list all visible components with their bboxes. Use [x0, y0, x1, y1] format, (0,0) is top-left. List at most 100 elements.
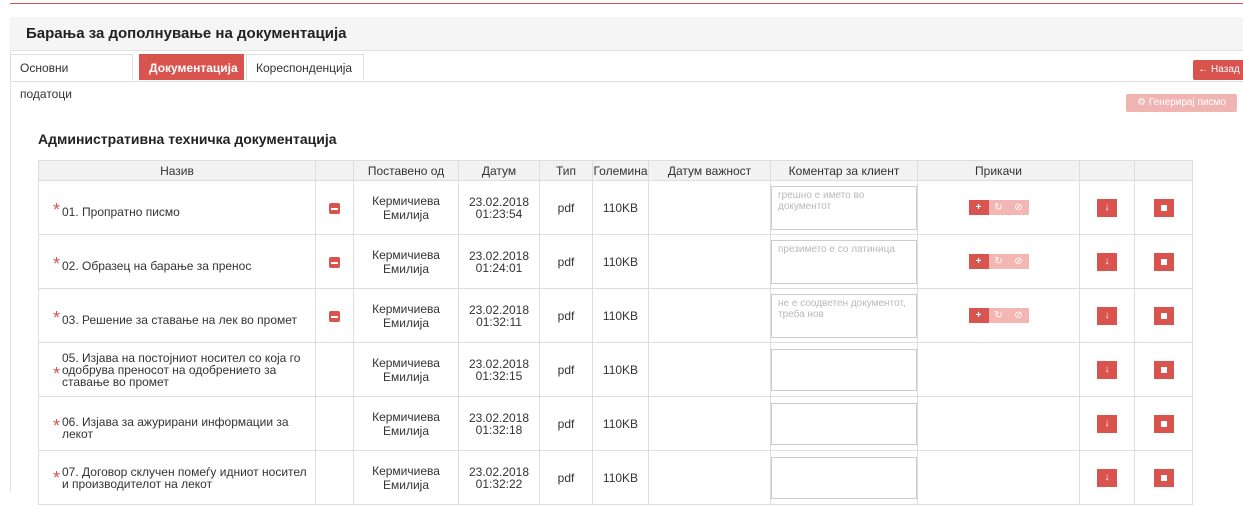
file-type: pdf: [539, 234, 593, 289]
file-size: 110KB: [592, 234, 649, 289]
posted-by: Кермичиева Емилија: [353, 234, 459, 289]
status-cell: [315, 234, 354, 289]
comment-cell: грешно е името во документот: [770, 180, 918, 235]
required-marker: *: [53, 468, 61, 488]
table-row: * 05. Изјава на постојниот носител со кој…: [38, 342, 1193, 397]
validity-date: [648, 234, 771, 289]
posted-by: Кермичиева Емилија: [353, 180, 459, 235]
delete-cell: [1134, 234, 1193, 289]
table-row: * 03. Решение за ставање на лек во промет…: [38, 288, 1193, 343]
client-comment-field[interactable]: не е соодветен документот, треба нов: [771, 293, 917, 338]
back-button[interactable]: ← Назад: [1193, 60, 1243, 80]
validity-date: [648, 342, 771, 397]
delete-button[interactable]: [1153, 414, 1174, 433]
replace-icon[interactable]: ↻: [988, 200, 1009, 216]
col-name-header: Назив: [38, 160, 316, 181]
required-marker: *: [53, 416, 61, 436]
posted-by: Кермичиева Емилија: [353, 396, 459, 451]
tab-correspondence[interactable]: Кореспонденција: [246, 54, 364, 80]
table-header-row: Назив Поставено од Датум Тип Големина Да…: [38, 160, 1193, 181]
validity-date: [648, 450, 771, 505]
download-button[interactable]: ↓: [1097, 414, 1117, 433]
doc-name-cell: * 03. Решение за ставање на лек во промет: [38, 288, 316, 343]
attach-cell: [917, 450, 1080, 505]
doc-name-cell: * 06. Изјава за ажурирани информации за л…: [38, 396, 316, 451]
doc-name: 05. Изјава на постојниот носител со која…: [62, 350, 301, 389]
doc-name-cell: * 02. Образец на барање за пренос: [38, 234, 316, 289]
block-icon[interactable]: ⊘: [1008, 308, 1029, 324]
file-size: 110KB: [592, 396, 649, 451]
delete-cell: [1134, 450, 1193, 505]
delete-button[interactable]: [1153, 198, 1174, 217]
table-row: * 01. Пропратно писмо Кермичиева Емилија …: [38, 180, 1193, 235]
file-type: pdf: [539, 288, 593, 343]
status-cell: [315, 450, 354, 505]
client-comment-field[interactable]: [771, 348, 917, 391]
date-value: 23.02.2018: [468, 194, 530, 209]
date-value: 23.02.2018: [468, 302, 530, 317]
required-marker: *: [53, 200, 61, 220]
doc-name: 07. Договор склучен помеѓу идниот носите…: [62, 464, 307, 491]
file-size: 110KB: [592, 180, 649, 235]
file-type: pdf: [539, 180, 593, 235]
download-button[interactable]: ↓: [1097, 198, 1117, 217]
file-type: pdf: [539, 342, 593, 397]
table-row: * 06. Изјава за ажурирани информации за л…: [38, 396, 1193, 451]
comment-cell: презимето е со латиница: [770, 234, 918, 289]
doc-name: 01. Пропратно писмо: [62, 205, 180, 219]
posted-by: Кермичиева Емилија: [353, 288, 459, 343]
top-accent-line: [10, 3, 1243, 4]
col-status-header: [315, 160, 354, 181]
attach-buttons: + ↻ ⊘: [968, 254, 1029, 270]
add-icon[interactable]: +: [968, 254, 989, 270]
attach-cell: + ↻ ⊘: [917, 288, 1080, 343]
tab-documentation[interactable]: Документација: [139, 54, 244, 80]
doc-name: 03. Решение за ставање на лек во промет: [62, 313, 298, 327]
generate-letter-button[interactable]: ⚙ Генерирај писмо: [1126, 94, 1237, 112]
download-button[interactable]: ↓: [1097, 360, 1117, 379]
comment-cell: [770, 342, 918, 397]
client-comment-field[interactable]: презимето е со латиница: [771, 239, 917, 284]
block-icon[interactable]: ⊘: [1008, 200, 1029, 216]
time-value: 01:32:22: [475, 476, 523, 491]
col-delete-header: [1134, 160, 1193, 181]
download-button[interactable]: ↓: [1097, 468, 1117, 487]
comment-cell: [770, 396, 918, 451]
doc-name-cell: * 01. Пропратно писмо: [38, 180, 316, 235]
delete-button[interactable]: [1153, 360, 1174, 379]
attach-buttons: + ↻ ⊘: [968, 200, 1029, 216]
status-cell: [315, 342, 354, 397]
date-cell: 23.02.2018 01:23:54: [458, 180, 540, 235]
file-size: 110KB: [592, 342, 649, 397]
tab-basic-data[interactable]: Основни податоци: [10, 54, 133, 101]
remove-icon[interactable]: [329, 310, 340, 322]
page-title: Барања за дополнување на документација: [26, 25, 347, 42]
date-value: 23.02.2018: [468, 464, 530, 479]
delete-cell: [1134, 180, 1193, 235]
delete-button[interactable]: [1153, 468, 1174, 487]
download-button[interactable]: ↓: [1097, 306, 1117, 325]
delete-button[interactable]: [1153, 252, 1174, 271]
date-cell: 23.02.2018 01:32:11: [458, 288, 540, 343]
time-value: 01:23:54: [475, 206, 523, 221]
block-icon[interactable]: ⊘: [1008, 254, 1029, 270]
remove-icon[interactable]: [329, 256, 340, 268]
download-cell: ↓: [1079, 180, 1135, 235]
download-button[interactable]: ↓: [1097, 252, 1117, 271]
client-comment-field[interactable]: грешно е името во документот: [771, 185, 917, 230]
add-icon[interactable]: +: [968, 308, 989, 324]
col-size-header: Големина: [592, 160, 649, 181]
add-icon[interactable]: +: [968, 200, 989, 216]
client-comment-field[interactable]: [771, 402, 917, 445]
remove-icon[interactable]: [329, 202, 340, 214]
delete-button[interactable]: [1153, 306, 1174, 325]
date-value: 23.02.2018: [468, 410, 530, 425]
replace-icon[interactable]: ↻: [988, 254, 1009, 270]
table-row: * 02. Образец на барање за пренос Кермичи…: [38, 234, 1193, 289]
attach-cell: [917, 342, 1080, 397]
col-validity-header: Датум важност: [648, 160, 771, 181]
replace-icon[interactable]: ↻: [988, 308, 1009, 324]
col-date-header: Датум: [458, 160, 540, 181]
client-comment-field[interactable]: [771, 456, 917, 499]
posted-by: Кермичиева Емилија: [353, 450, 459, 505]
